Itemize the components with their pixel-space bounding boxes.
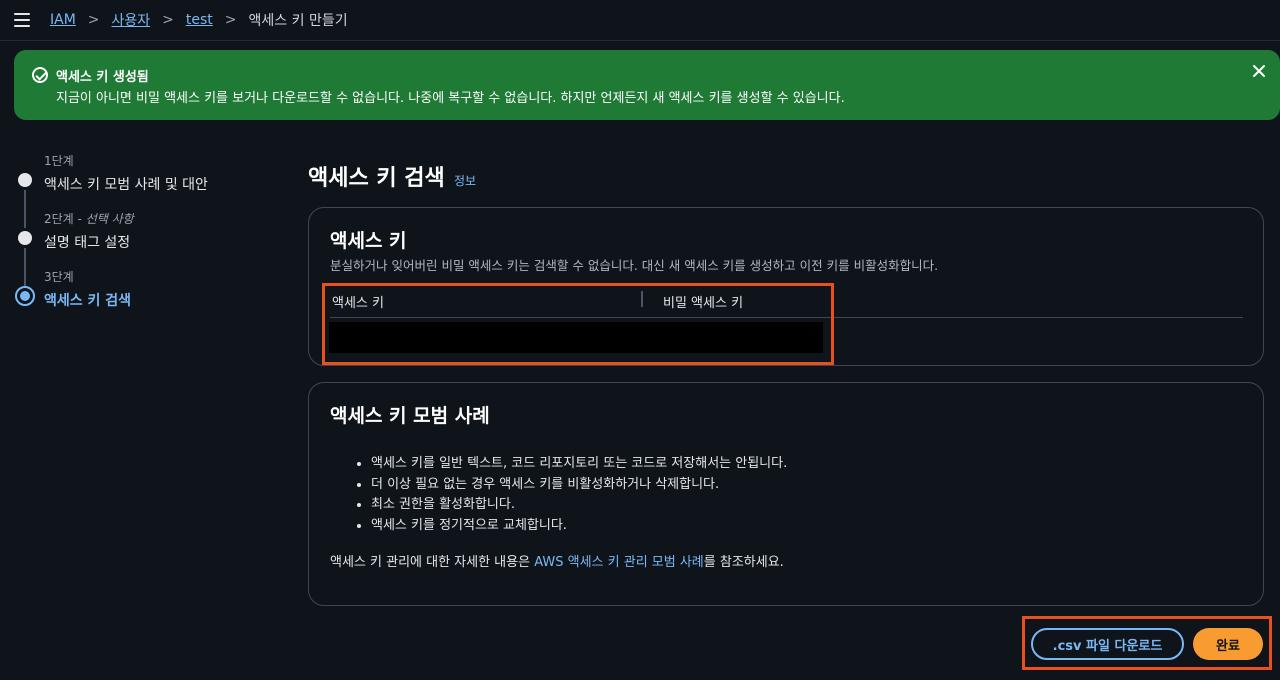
breadcrumb-current: 액세스 키 만들기 [248, 13, 348, 29]
step-number: 2단계 - 선택 사항 [44, 212, 134, 226]
header-divider [0, 40, 1280, 41]
card-description: 분실하거나 잊어버린 비밀 액세스 키는 검색할 수 없습니다. 대신 새 액세… [330, 258, 939, 273]
best-practices-card: 액세스 키 모범 사례 액세스 키를 일반 텍스트, 코드 리포지토리 또는 코… [308, 382, 1264, 606]
step-dot-icon [18, 231, 32, 245]
page-title: 액세스 키 검색 [308, 166, 445, 191]
flash-title: 액세스 키 생성됨 [56, 70, 149, 85]
chevron-right-icon: > [87, 12, 100, 28]
list-item: 액세스 키를 일반 텍스트, 코드 리포지토리 또는 코드로 저장해서는 안됩니… [371, 454, 787, 475]
step-label[interactable]: 설명 태그 설정 [44, 232, 274, 252]
success-flash-banner: 액세스 키 생성됨 지금이 아니면 비밀 액세스 키를 보거나 다운로드할 수 … [14, 50, 1280, 120]
chevron-right-icon: > [162, 12, 174, 28]
breadcrumb-iam[interactable]: IAM [50, 12, 76, 28]
chevron-right-icon: > [224, 12, 237, 28]
step-3: 3단계 액세스 키 검색 [14, 266, 274, 324]
menu-icon[interactable] [14, 13, 30, 27]
list-item: 최소 권한을 활성화합니다. [371, 495, 787, 516]
annotation-highlight-box [1022, 616, 1272, 670]
best-practices-link[interactable]: AWS 액세스 키 관리 모범 사례 [534, 555, 704, 570]
flash-message: 지금이 아니면 비밀 액세스 키를 보거나 다운로드할 수 없습니다. 나중에 … [56, 91, 845, 106]
step-2: 2단계 - 선택 사항 설명 태그 설정 [14, 208, 274, 286]
wizard-steps: 1단계 액세스 키 모범 사례 및 대안 2단계 - 선택 사항 설명 태그 설… [14, 150, 274, 324]
list-item: 더 이상 필요 없는 경우 액세스 키를 비활성화하거나 삭제합니다. [371, 475, 787, 496]
best-practices-note: 액세스 키 관리에 대한 자세한 내용은 AWS 액세스 키 관리 모범 사례를… [330, 555, 784, 570]
info-link[interactable]: 정보 [454, 172, 476, 189]
step-label[interactable]: 액세스 키 검색 [44, 290, 274, 310]
card-title: 액세스 키 [330, 230, 407, 252]
breadcrumb-user-test[interactable]: test [186, 12, 213, 28]
step-number: 3단계 [44, 270, 74, 284]
close-icon[interactable] [1252, 64, 1266, 78]
annotation-highlight-box [322, 283, 834, 365]
breadcrumb-users[interactable]: 사용자 [112, 10, 151, 30]
top-navigation: IAM > 사용자 > test > 액세스 키 만들기 [0, 0, 1280, 40]
step-1: 1단계 액세스 키 모범 사례 및 대안 [14, 150, 274, 228]
step-active-dot-icon [15, 286, 35, 306]
list-item: 액세스 키를 정기적으로 교체합니다. [371, 516, 787, 537]
step-number: 1단계 [44, 154, 74, 168]
card-title: 액세스 키 모범 사례 [330, 405, 490, 427]
step-label[interactable]: 액세스 키 모범 사례 및 대안 [44, 174, 274, 194]
best-practices-list: 액세스 키를 일반 텍스트, 코드 리포지토리 또는 코드로 저장해서는 안됩니… [371, 454, 787, 536]
check-circle-icon [32, 67, 48, 83]
step-dot-icon [18, 173, 32, 187]
